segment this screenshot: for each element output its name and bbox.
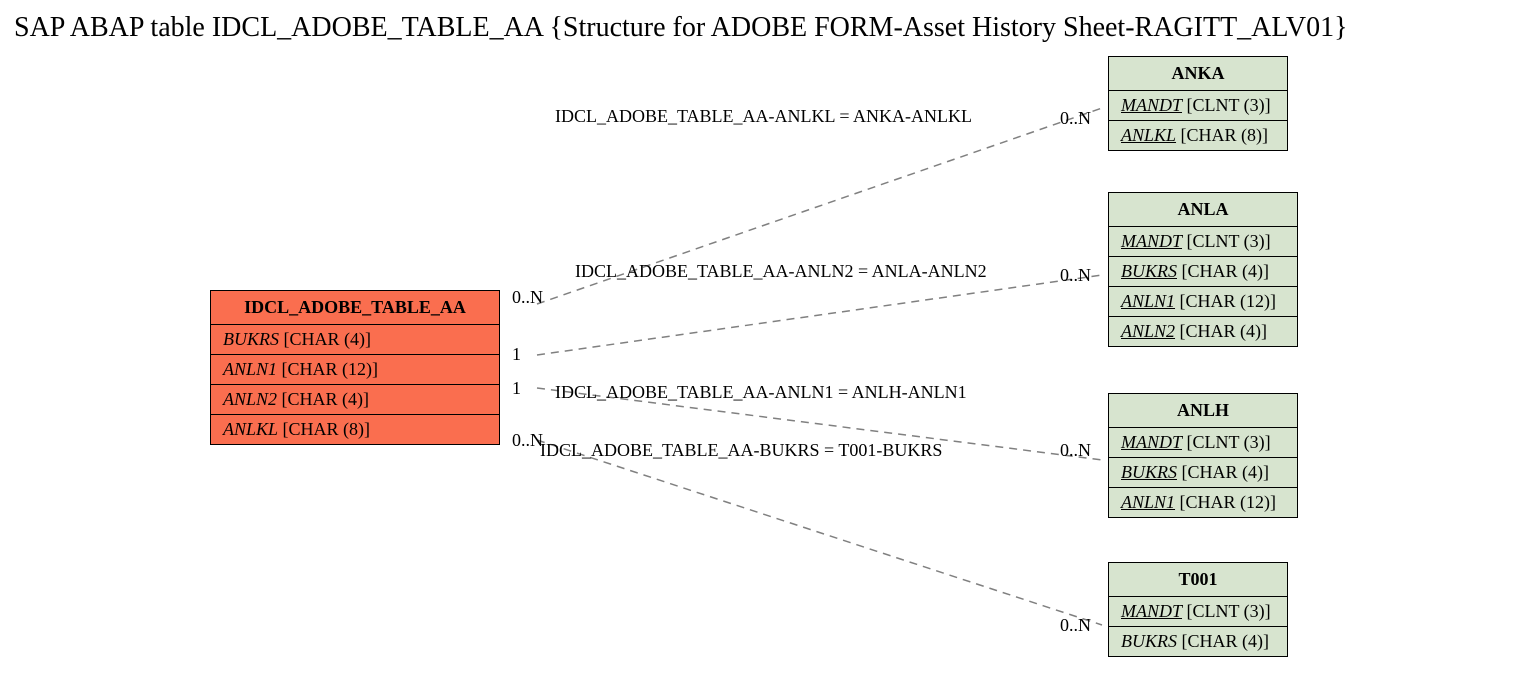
cardinality-label: 0..N bbox=[1060, 440, 1091, 461]
entity-field: ANLKL [CHAR (8)] bbox=[211, 415, 499, 444]
entity-field: ANLKL [CHAR (8)] bbox=[1109, 121, 1287, 150]
cardinality-label: 0..N bbox=[512, 287, 543, 308]
entity-t001: T001 MANDT [CLNT (3)] BUKRS [CHAR (4)] bbox=[1108, 562, 1288, 657]
entity-field: MANDT [CLNT (3)] bbox=[1109, 227, 1297, 257]
entity-field: MANDT [CLNT (3)] bbox=[1109, 91, 1287, 121]
entity-field: BUKRS [CHAR (4)] bbox=[1109, 627, 1287, 656]
cardinality-label: 1 bbox=[512, 344, 521, 365]
cardinality-label: 0..N bbox=[1060, 108, 1091, 129]
cardinality-label: 1 bbox=[512, 378, 521, 399]
entity-field: BUKRS [CHAR (4)] bbox=[211, 325, 499, 355]
cardinality-label: 0..N bbox=[1060, 615, 1091, 636]
entity-header: ANKA bbox=[1109, 57, 1287, 91]
entity-field: MANDT [CLNT (3)] bbox=[1109, 428, 1297, 458]
entity-anla: ANLA MANDT [CLNT (3)] BUKRS [CHAR (4)] A… bbox=[1108, 192, 1298, 347]
entity-field: ANLN1 [CHAR (12)] bbox=[211, 355, 499, 385]
entity-field: ANLN1 [CHAR (12)] bbox=[1109, 488, 1297, 517]
entity-field: MANDT [CLNT (3)] bbox=[1109, 597, 1287, 627]
cardinality-label: 0..N bbox=[512, 430, 543, 451]
entity-field: ANLN2 [CHAR (4)] bbox=[1109, 317, 1297, 346]
entity-header: T001 bbox=[1109, 563, 1287, 597]
entity-field: BUKRS [CHAR (4)] bbox=[1109, 257, 1297, 287]
entity-field: BUKRS [CHAR (4)] bbox=[1109, 458, 1297, 488]
relation-label: IDCL_ADOBE_TABLE_AA-BUKRS = T001-BUKRS bbox=[540, 440, 942, 461]
entity-field: ANLN1 [CHAR (12)] bbox=[1109, 287, 1297, 317]
entity-header: ANLH bbox=[1109, 394, 1297, 428]
relation-label: IDCL_ADOBE_TABLE_AA-ANLN2 = ANLA-ANLN2 bbox=[575, 261, 987, 282]
entity-anka: ANKA MANDT [CLNT (3)] ANLKL [CHAR (8)] bbox=[1108, 56, 1288, 151]
entity-header: ANLA bbox=[1109, 193, 1297, 227]
entity-anlh: ANLH MANDT [CLNT (3)] BUKRS [CHAR (4)] A… bbox=[1108, 393, 1298, 518]
entity-main: IDCL_ADOBE_TABLE_AA BUKRS [CHAR (4)] ANL… bbox=[210, 290, 500, 445]
relation-label: IDCL_ADOBE_TABLE_AA-ANLN1 = ANLH-ANLN1 bbox=[555, 382, 967, 403]
entity-main-header: IDCL_ADOBE_TABLE_AA bbox=[211, 291, 499, 325]
relation-label: IDCL_ADOBE_TABLE_AA-ANLKL = ANKA-ANLKL bbox=[555, 106, 972, 127]
page-title: SAP ABAP table IDCL_ADOBE_TABLE_AA {Stru… bbox=[14, 12, 1348, 44]
cardinality-label: 0..N bbox=[1060, 265, 1091, 286]
entity-field: ANLN2 [CHAR (4)] bbox=[211, 385, 499, 415]
